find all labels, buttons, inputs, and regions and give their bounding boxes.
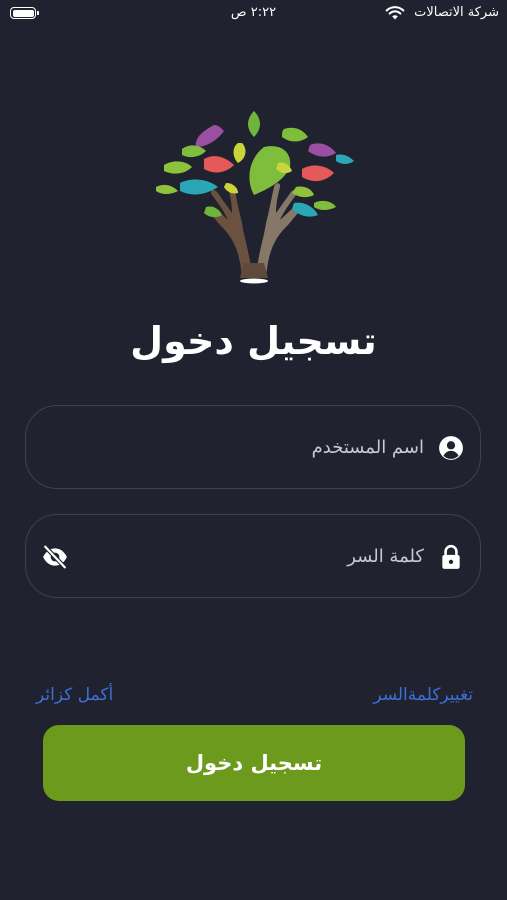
lock-icon bbox=[442, 544, 460, 569]
wifi-icon bbox=[385, 6, 405, 20]
username-input[interactable] bbox=[124, 431, 424, 463]
carrier-name: شركة الاتصالات bbox=[414, 5, 499, 20]
status-bar: ٢:٢٢ ص شركة الاتصالات bbox=[0, 0, 507, 28]
password-input[interactable] bbox=[124, 540, 424, 572]
username-field[interactable] bbox=[25, 405, 481, 489]
page-title: تسجيل دخول bbox=[130, 319, 377, 363]
change-password-link[interactable]: تغييركلمةالسر bbox=[373, 685, 473, 705]
password-field[interactable] bbox=[25, 514, 481, 598]
continue-as-guest-link[interactable]: أكمل كزائر bbox=[36, 685, 113, 705]
user-icon bbox=[439, 436, 463, 460]
login-button[interactable]: تسجيل دخول bbox=[43, 725, 465, 801]
eye-slash-icon[interactable] bbox=[42, 544, 68, 570]
tree-hands-logo bbox=[156, 111, 354, 284]
